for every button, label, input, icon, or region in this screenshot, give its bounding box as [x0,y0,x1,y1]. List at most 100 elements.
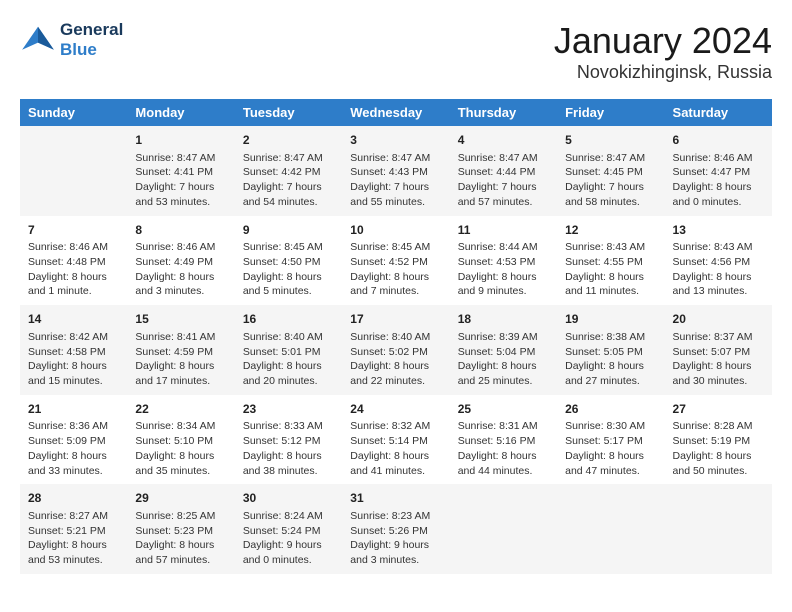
day-cell: 18 Sunrise: 8:39 AM Sunset: 5:04 PM Dayli… [450,305,557,395]
day-info: Sunrise: 8:47 AM Sunset: 4:44 PM Dayligh… [458,151,549,210]
logo-icon [20,25,56,55]
day-number: 13 [673,222,764,239]
day-cell: 20 Sunrise: 8:37 AM Sunset: 5:07 PM Dayli… [665,305,772,395]
day-cell: 4 Sunrise: 8:47 AM Sunset: 4:44 PM Daylig… [450,126,557,216]
month-title: January 2024 [554,20,772,62]
day-cell: 9Sunrise: 8:45 AM Sunset: 4:50 PM Daylig… [235,216,342,306]
day-info: Sunrise: 8:46 AM Sunset: 4:47 PM Dayligh… [673,151,764,210]
title-block: January 2024 Novokizhinginsk, Russia [554,20,772,83]
day-cell: 25Sunrise: 8:31 AM Sunset: 5:16 PM Dayli… [450,395,557,485]
day-info: Sunrise: 8:32 AM Sunset: 5:14 PM Dayligh… [350,419,441,478]
day-number: 18 [458,311,549,328]
day-cell [557,484,664,574]
day-info: Sunrise: 8:40 AM Sunset: 5:01 PM Dayligh… [243,330,334,389]
day-info: Sunrise: 8:47 AM Sunset: 4:41 PM Dayligh… [135,151,226,210]
day-cell: 13Sunrise: 8:43 AM Sunset: 4:56 PM Dayli… [665,216,772,306]
day-info: Sunrise: 8:47 AM Sunset: 4:42 PM Dayligh… [243,151,334,210]
day-number: 11 [458,222,549,239]
day-number: 28 [28,490,119,507]
day-cell [665,484,772,574]
day-cell: 14 Sunrise: 8:42 AM Sunset: 4:58 PM Dayli… [20,305,127,395]
page-header: General Blue January 2024 Novokizhingins… [20,20,772,83]
day-number: 25 [458,401,549,418]
day-cell: 22Sunrise: 8:34 AM Sunset: 5:10 PM Dayli… [127,395,234,485]
day-cell: 21Sunrise: 8:36 AM Sunset: 5:09 PM Dayli… [20,395,127,485]
day-number: 9 [243,222,334,239]
day-info: Sunrise: 8:47 AM Sunset: 4:45 PM Dayligh… [565,151,656,210]
day-info: Sunrise: 8:39 AM Sunset: 5:04 PM Dayligh… [458,330,549,389]
week-row-3: 14 Sunrise: 8:42 AM Sunset: 4:58 PM Dayli… [20,305,772,395]
day-number: 4 [458,132,549,149]
day-info: Sunrise: 8:27 AM Sunset: 5:21 PM Dayligh… [28,509,119,568]
week-row-2: 7Sunrise: 8:46 AM Sunset: 4:48 PM Daylig… [20,216,772,306]
day-cell: 23Sunrise: 8:33 AM Sunset: 5:12 PM Dayli… [235,395,342,485]
day-info: Sunrise: 8:46 AM Sunset: 4:49 PM Dayligh… [135,240,226,299]
day-info: Sunrise: 8:34 AM Sunset: 5:10 PM Dayligh… [135,419,226,478]
day-number: 5 [565,132,656,149]
calendar-body: 1Sunrise: 8:47 AM Sunset: 4:41 PM Daylig… [20,126,772,574]
day-cell: 27Sunrise: 8:28 AM Sunset: 5:19 PM Dayli… [665,395,772,485]
day-info: Sunrise: 8:37 AM Sunset: 5:07 PM Dayligh… [673,330,764,389]
day-cell: 2 Sunrise: 8:47 AM Sunset: 4:42 PM Daylig… [235,126,342,216]
day-info: Sunrise: 8:41 AM Sunset: 4:59 PM Dayligh… [135,330,226,389]
day-number: 10 [350,222,441,239]
day-number: 3 [350,132,441,149]
day-header-tuesday: Tuesday [235,99,342,126]
logo-text: General Blue [60,20,123,60]
day-number: 21 [28,401,119,418]
day-cell: 11Sunrise: 8:44 AM Sunset: 4:53 PM Dayli… [450,216,557,306]
day-header-saturday: Saturday [665,99,772,126]
logo: General Blue [20,20,123,60]
day-cell: 28 Sunrise: 8:27 AM Sunset: 5:21 PM Dayli… [20,484,127,574]
day-cell [20,126,127,216]
day-cell: 15Sunrise: 8:41 AM Sunset: 4:59 PM Dayli… [127,305,234,395]
day-info: Sunrise: 8:31 AM Sunset: 5:16 PM Dayligh… [458,419,549,478]
day-number: 30 [243,490,334,507]
week-row-1: 1Sunrise: 8:47 AM Sunset: 4:41 PM Daylig… [20,126,772,216]
day-cell: 8Sunrise: 8:46 AM Sunset: 4:49 PM Daylig… [127,216,234,306]
day-cell: 17 Sunrise: 8:40 AM Sunset: 5:02 PM Dayli… [342,305,449,395]
day-info: Sunrise: 8:45 AM Sunset: 4:52 PM Dayligh… [350,240,441,299]
day-cell: 29Sunrise: 8:25 AM Sunset: 5:23 PM Dayli… [127,484,234,574]
day-number: 2 [243,132,334,149]
day-number: 20 [673,311,764,328]
day-cell: 30Sunrise: 8:24 AM Sunset: 5:24 PM Dayli… [235,484,342,574]
day-cell: 16 Sunrise: 8:40 AM Sunset: 5:01 PM Dayli… [235,305,342,395]
day-cell: 3 Sunrise: 8:47 AM Sunset: 4:43 PM Daylig… [342,126,449,216]
day-number: 6 [673,132,764,149]
day-number: 17 [350,311,441,328]
day-number: 26 [565,401,656,418]
day-number: 7 [28,222,119,239]
day-header-thursday: Thursday [450,99,557,126]
day-cell [450,484,557,574]
day-cell: 7Sunrise: 8:46 AM Sunset: 4:48 PM Daylig… [20,216,127,306]
day-info: Sunrise: 8:44 AM Sunset: 4:53 PM Dayligh… [458,240,549,299]
day-number: 27 [673,401,764,418]
days-header-row: SundayMondayTuesdayWednesdayThursdayFrid… [20,99,772,126]
day-info: Sunrise: 8:42 AM Sunset: 4:58 PM Dayligh… [28,330,119,389]
day-info: Sunrise: 8:45 AM Sunset: 4:50 PM Dayligh… [243,240,334,299]
day-info: Sunrise: 8:25 AM Sunset: 5:23 PM Dayligh… [135,509,226,568]
day-info: Sunrise: 8:47 AM Sunset: 4:43 PM Dayligh… [350,151,441,210]
week-row-4: 21Sunrise: 8:36 AM Sunset: 5:09 PM Dayli… [20,395,772,485]
day-info: Sunrise: 8:40 AM Sunset: 5:02 PM Dayligh… [350,330,441,389]
day-cell: 19Sunrise: 8:38 AM Sunset: 5:05 PM Dayli… [557,305,664,395]
day-cell: 6 Sunrise: 8:46 AM Sunset: 4:47 PM Daylig… [665,126,772,216]
day-header-sunday: Sunday [20,99,127,126]
week-row-5: 28 Sunrise: 8:27 AM Sunset: 5:21 PM Dayli… [20,484,772,574]
day-cell: 5 Sunrise: 8:47 AM Sunset: 4:45 PM Daylig… [557,126,664,216]
day-info: Sunrise: 8:43 AM Sunset: 4:56 PM Dayligh… [673,240,764,299]
day-header-monday: Monday [127,99,234,126]
day-info: Sunrise: 8:28 AM Sunset: 5:19 PM Dayligh… [673,419,764,478]
day-number: 8 [135,222,226,239]
day-number: 23 [243,401,334,418]
day-info: Sunrise: 8:30 AM Sunset: 5:17 PM Dayligh… [565,419,656,478]
day-number: 16 [243,311,334,328]
day-number: 14 [28,311,119,328]
day-number: 12 [565,222,656,239]
day-number: 24 [350,401,441,418]
day-cell: 31Sunrise: 8:23 AM Sunset: 5:26 PM Dayli… [342,484,449,574]
day-header-friday: Friday [557,99,664,126]
day-cell: 12Sunrise: 8:43 AM Sunset: 4:55 PM Dayli… [557,216,664,306]
day-cell: 26Sunrise: 8:30 AM Sunset: 5:17 PM Dayli… [557,395,664,485]
